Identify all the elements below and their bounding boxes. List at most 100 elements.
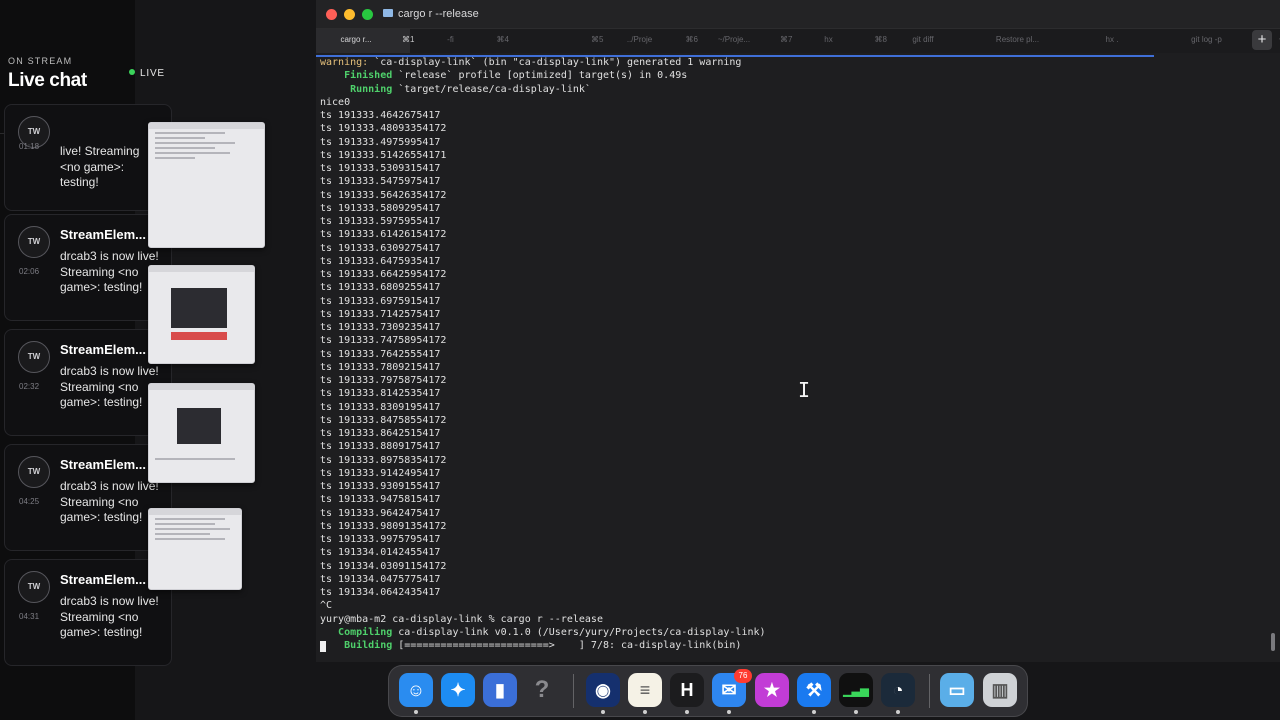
terminal-line: ts 191333.9642475417 <box>320 507 441 519</box>
terminal-line: Building [========================> ] 7/… <box>320 640 742 651</box>
tab-bar: cargo r... ⌘1 -fi ⌘4 ⌘5 ../Proje ⌘6 ~/Proje... ⌘… <box>316 28 1280 53</box>
terminal-line: ts 191333.9975795417 <box>320 534 441 545</box>
terminal-line: ts 191333.7809215417 <box>320 361 441 373</box>
message-text: drcab3 is now live! Streaming <no game>:… <box>60 249 159 294</box>
terminal-line: ts 191333.56426354172 <box>320 189 447 201</box>
help-icon[interactable]: ? <box>525 673 559 707</box>
chat-title: Live chat <box>8 70 87 91</box>
tab-label: Restore pl... <box>995 35 1040 44</box>
terminal-line: ts 191333.6975915417 <box>320 295 441 307</box>
terminal-line: ts 191333.9142495417 <box>320 467 441 479</box>
dock-separator <box>573 674 574 708</box>
terminal-tab[interactable]: -fi ⌘4 <box>411 29 509 53</box>
terminal-line: ts 191333.7142575417 <box>320 308 441 320</box>
terminal-line: ts 191333.74758954172 <box>320 335 447 347</box>
terminal-line: ts 191333.5809295417 <box>320 202 441 214</box>
terminal-line: ts 191333.8642515417 <box>320 428 441 439</box>
terminal-line: ts 191334.0475775417 <box>320 573 441 585</box>
finder-icon[interactable]: ☺ <box>399 673 433 707</box>
terminal-line: Compiling ca-display-link v0.1.0 (/Users… <box>320 626 766 638</box>
message-time: 02:06 <box>19 267 40 276</box>
ibeam-cursor-icon: I <box>798 378 811 402</box>
running-indicator <box>812 710 816 714</box>
terminal-line: ts 191333.4975995417 <box>320 136 441 148</box>
tab-label: ~/Proje... <box>717 35 751 44</box>
notes-icon[interactable]: ≡ <box>628 673 662 707</box>
title-bar[interactable]: cargo r --release <box>316 0 1280 28</box>
trash-icon[interactable]: ▥ <box>983 673 1017 707</box>
message-text: drcab3 is now live! Streaming <no game>:… <box>60 364 159 409</box>
terminal-tab[interactable]: hx ⌘8 <box>789 29 887 53</box>
running-indicator <box>727 710 731 714</box>
message-time: 04:31 <box>19 612 40 621</box>
dock: ☺ ✦ ▮? ◉ ≡ H ✉ 76 ★ ⚒ ▁▃▅ ◔ ▭ ▥ <box>388 665 1028 717</box>
instruments-beta-icon[interactable]: ◔ <box>881 673 915 707</box>
safari-icon[interactable]: ✦ <box>441 673 475 707</box>
folder-icon <box>383 9 393 17</box>
terminal-line: yury@mba-m2 ca-display-link % cargo r --… <box>320 613 603 625</box>
tab-label: cargo r... <box>340 35 372 44</box>
minimize-button[interactable] <box>344 9 355 20</box>
terminal-tab[interactable]: Restore pl... <box>978 29 1072 53</box>
terminal-tab[interactable]: ../Proje ⌘6 <box>600 29 698 53</box>
terminal-line: ts 191334.03091154172 <box>320 560 447 572</box>
terminal-line: ts 191334.0142455417 <box>320 547 441 559</box>
xcode-beta-icon[interactable]: ⚒ <box>797 673 831 707</box>
window-thumbnail[interactable] <box>148 383 255 483</box>
terminal-tab[interactable]: hx . <box>1072 29 1166 53</box>
downloads-folder-icon[interactable]: ▭ <box>940 673 974 707</box>
terminal-line: ts 191333.6809255417 <box>320 282 441 294</box>
text-cursor <box>320 641 326 652</box>
terminal-line: ts 191333.84758554172 <box>320 414 447 426</box>
terminal-line: ts 191334.0642435417 <box>320 587 441 598</box>
terminal-tab[interactable]: ⌘5 <box>505 29 603 53</box>
close-button[interactable] <box>326 9 337 20</box>
app-icon[interactable]: ▮ <box>483 673 517 707</box>
terminal-output[interactable]: warning: `ca-display-link` (bin "ca-disp… <box>320 56 766 652</box>
twitch-badge-icon: TW <box>18 341 50 373</box>
terminal-tab[interactable]: git log -p <box>1167 29 1261 53</box>
terminal-line: ts 191333.4642675417 <box>320 110 441 121</box>
terminal-tab[interactable]: cargo r... ⌘1 <box>316 29 414 53</box>
twitch-badge-icon: TW <box>18 571 50 603</box>
terminal-line: ts 191333.9475815417 <box>320 494 441 506</box>
live-indicator: LIVE <box>129 68 165 79</box>
message-text: live! Streaming <no game>: testing! <box>60 144 140 189</box>
running-indicator <box>896 710 900 714</box>
message-text: drcab3 is now live! Streaming <no game>:… <box>60 594 159 639</box>
tab-label: git diff <box>912 35 934 44</box>
dock-separator <box>929 674 930 708</box>
new-tab-button[interactable]: + <box>1252 30 1272 50</box>
terminal-line: ts 191333.51426554171 <box>320 149 447 161</box>
screen-capture-icon[interactable]: ◉ <box>586 673 620 707</box>
window-thumbnail[interactable] <box>148 265 255 364</box>
live-label: LIVE <box>140 68 165 79</box>
tab-label: git log -p <box>1191 35 1222 44</box>
terminal-tab[interactable]: ~/Proje... ⌘7 <box>694 29 793 53</box>
zoom-button[interactable] <box>362 9 373 20</box>
itunes-store-icon[interactable]: ★ <box>755 673 789 707</box>
activity-monitor-icon[interactable]: ▁▃▅ <box>839 673 873 707</box>
message-time: 02:32 <box>19 382 40 391</box>
terminal-line: ts 191333.61426154172 <box>320 229 447 241</box>
terminal-line: ts 191333.5309315417 <box>320 163 441 174</box>
running-indicator <box>414 710 418 714</box>
terminal-line: ts 191333.9309155417 <box>320 481 441 492</box>
running-indicator <box>685 710 689 714</box>
scrollbar[interactable] <box>1271 633 1275 651</box>
terminal-line: ts 191333.5475975417 <box>320 176 441 188</box>
terminal-line: ts 191333.48093354172 <box>320 123 447 135</box>
helix-icon[interactable]: H <box>670 673 704 707</box>
window-thumbnail[interactable] <box>148 508 242 590</box>
notification-badge: 76 <box>734 669 752 683</box>
tab-label: hx <box>824 35 833 44</box>
terminal-tab[interactable]: git diff <box>883 29 977 53</box>
message-author: StreamElem... <box>60 457 146 472</box>
terminal-line: ts 191333.7642555417 <box>320 348 441 360</box>
window-title: cargo r --release <box>383 8 479 20</box>
terminal-line: nice0 <box>320 96 351 108</box>
chat-message: TW 04:25 StreamElem... drcab3 is now liv… <box>4 444 172 551</box>
terminal-line: Running `target/release/ca-display-link` <box>320 83 591 95</box>
window-thumbnail[interactable] <box>148 122 265 248</box>
terminal-window[interactable]: cargo r --release cargo r... ⌘1 -fi ⌘4 ⌘5 ../… <box>316 0 1280 662</box>
